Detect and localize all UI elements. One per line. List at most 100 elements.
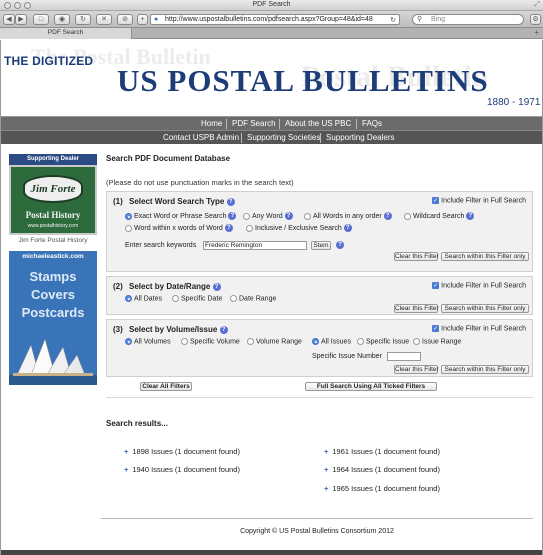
- nav-supporting-societies[interactable]: Supporting Societies: [247, 133, 320, 142]
- issue-number-input[interactable]: [387, 352, 421, 361]
- radio-specific-volume[interactable]: Specific Volume: [181, 338, 240, 345]
- new-tab-icon[interactable]: +: [534, 28, 539, 37]
- dealer-tagline: Postal History: [25, 210, 81, 220]
- window-titlebar: PDF Search ⤢: [0, 0, 543, 11]
- ad-site-name: michaeleastick.com: [22, 253, 84, 260]
- tab-pdf-search[interactable]: PDF Search: [0, 28, 132, 39]
- result-item[interactable]: +1898 Issues (1 document found): [124, 447, 240, 456]
- back-arrow-icon[interactable]: ◀: [3, 14, 15, 25]
- top-sites-icon[interactable]: ◉: [54, 14, 70, 25]
- full-search-button[interactable]: Full Search Using All Ticked Filters: [305, 382, 437, 391]
- reload-icon[interactable]: ↻: [75, 14, 91, 25]
- result-link[interactable]: 1965 Issues (1 document found): [332, 484, 440, 493]
- radio-label: Issue Range: [422, 338, 462, 346]
- nav-supporting-dealers[interactable]: Supporting Dealers: [326, 133, 394, 142]
- result-link[interactable]: 1940 Issues (1 document found): [132, 465, 240, 474]
- search-within-filter-button[interactable]: Search within this Filter only: [441, 365, 529, 374]
- settings-icon[interactable]: ⚙: [530, 14, 541, 25]
- address-bar[interactable]: ● http://www.uspostalbulletins.com/pdfse…: [150, 14, 400, 25]
- radio-all-volumes[interactable]: All Volumes: [125, 338, 171, 345]
- radio-label: Specific Date: [181, 295, 223, 303]
- site-logo-title[interactable]: US POSTAL BULLETINS: [117, 63, 489, 99]
- result-item[interactable]: +1961 Issues (1 document found): [324, 447, 440, 456]
- radio-specific-issue[interactable]: Specific Issue: [357, 338, 409, 345]
- radio-label: Word within x words of Word: [134, 224, 223, 232]
- help-icon[interactable]: ?: [284, 212, 293, 220]
- nav-divider: [320, 133, 321, 143]
- include-filter-checkbox[interactable]: ✓ Include Filter in Full Search: [432, 325, 526, 332]
- radio-icon: [243, 212, 250, 220]
- result-link[interactable]: 1898 Issues (1 document found): [132, 447, 240, 456]
- clear-filter-button[interactable]: Clear this Filter: [394, 304, 439, 313]
- radio-all-issues[interactable]: All Issues: [312, 338, 351, 345]
- checkbox-checked-icon: ✓: [432, 197, 440, 204]
- result-item[interactable]: +1965 Issues (1 document found): [324, 484, 440, 493]
- help-icon[interactable]: ?: [212, 282, 221, 291]
- panel-heading: Select Word Search Type ?: [129, 197, 235, 206]
- block-icon[interactable]: ⊘: [117, 14, 133, 25]
- stop-icon[interactable]: ✕: [96, 14, 112, 25]
- stem-button[interactable]: Stem: [311, 241, 331, 250]
- volume-issue-panel: (3) Select by Volume/Issue ? ✓ Include Fi…: [106, 319, 533, 377]
- nav-faqs[interactable]: FAQs: [362, 119, 382, 128]
- forward-arrow-icon[interactable]: ▶: [15, 14, 27, 25]
- radio-label: All Words in any order: [313, 212, 382, 220]
- radio-wildcard[interactable]: Wildcard Search ?: [404, 212, 475, 220]
- radio-icon: [404, 212, 411, 220]
- radio-label: All Dates: [134, 295, 163, 303]
- result-item[interactable]: +1940 Issues (1 document found): [124, 465, 240, 474]
- help-icon[interactable]: ?: [343, 224, 352, 232]
- help-icon[interactable]: ?: [226, 197, 235, 206]
- michaeleastick-ad[interactable]: michaeleastick.com Stamps Covers Postcar…: [9, 251, 97, 385]
- radio-issue-range[interactable]: Issue Range: [413, 338, 461, 345]
- punctuation-notice: (Please do not use punctuation marks in …: [106, 178, 294, 187]
- radio-inclusive[interactable]: Inclusive / Exclusive Search ?: [246, 224, 352, 232]
- fullscreen-icon[interactable]: ⤢: [534, 1, 540, 9]
- radio-all-dates[interactable]: All Dates: [125, 295, 162, 302]
- include-filter-checkbox[interactable]: ✓ Include Filter in Full Search: [432, 282, 526, 289]
- dealer-caption[interactable]: Jim Forte Postal History: [9, 237, 97, 244]
- clear-all-filters-button[interactable]: Clear All Filters: [140, 382, 192, 391]
- radio-volume-range[interactable]: Volume Range: [247, 338, 302, 345]
- ad-word-stamps: Stamps: [29, 269, 77, 284]
- radio-icon: [230, 295, 237, 302]
- help-icon[interactable]: ?: [228, 212, 237, 220]
- radio-icon: [172, 295, 179, 302]
- help-icon[interactable]: ?: [219, 325, 228, 334]
- radio-word-within[interactable]: Word within x words of Word ?: [125, 224, 233, 232]
- keywords-input[interactable]: Frederic Remington: [203, 241, 307, 250]
- radio-icon: [125, 224, 132, 232]
- radio-all-words[interactable]: All Words in any order ?: [304, 212, 392, 220]
- radio-selected-icon: [312, 338, 319, 345]
- bookmarks-icon[interactable]: □: [33, 14, 49, 25]
- radio-any-word[interactable]: Any Word ?: [243, 212, 293, 220]
- radio-label: Specific Volume: [190, 338, 240, 346]
- secondary-nav: Contact USPB Admin Supporting Societies …: [1, 130, 542, 144]
- search-within-filter-button[interactable]: Search within this Filter only: [441, 304, 529, 313]
- help-icon[interactable]: ?: [224, 224, 233, 232]
- nav-pdf-search[interactable]: PDF Search: [232, 119, 276, 128]
- result-link[interactable]: 1961 Issues (1 document found): [332, 447, 440, 456]
- radio-exact-word[interactable]: Exact Word or Phrase Search ?: [125, 212, 237, 220]
- help-icon[interactable]: ?: [466, 212, 475, 220]
- result-item[interactable]: +1964 Issues (1 document found): [324, 465, 440, 474]
- nav-about[interactable]: About the US PBC: [285, 119, 351, 128]
- result-link[interactable]: 1964 Issues (1 document found): [332, 465, 440, 474]
- radio-specific-date[interactable]: Specific Date: [172, 295, 222, 302]
- window-title: PDF Search: [252, 1, 291, 8]
- add-bookmark-icon[interactable]: +: [137, 14, 148, 25]
- search-field[interactable]: ⚲ Bing: [412, 14, 524, 25]
- include-filter-checkbox[interactable]: ✓ Include Filter in Full Search: [432, 197, 526, 204]
- clear-filter-button[interactable]: Clear this Filter: [394, 365, 439, 374]
- address-reload-icon[interactable]: ↻: [390, 16, 396, 24]
- radio-date-range[interactable]: Date Range: [230, 295, 276, 302]
- nav-home[interactable]: Home: [201, 119, 222, 128]
- radio-icon: [304, 212, 311, 220]
- nav-contact-admin[interactable]: Contact USPB Admin: [163, 133, 239, 142]
- help-icon[interactable]: ?: [336, 241, 344, 249]
- search-within-filter-button[interactable]: Search within this Filter only: [441, 252, 529, 261]
- clear-filter-button[interactable]: Clear this Filter: [394, 252, 439, 261]
- help-icon[interactable]: ?: [383, 212, 392, 220]
- banner-digitized: THE DIGITIZED: [4, 54, 94, 68]
- dealer-ad-image[interactable]: Jim Forte Postal History www.postalhisto…: [9, 165, 97, 235]
